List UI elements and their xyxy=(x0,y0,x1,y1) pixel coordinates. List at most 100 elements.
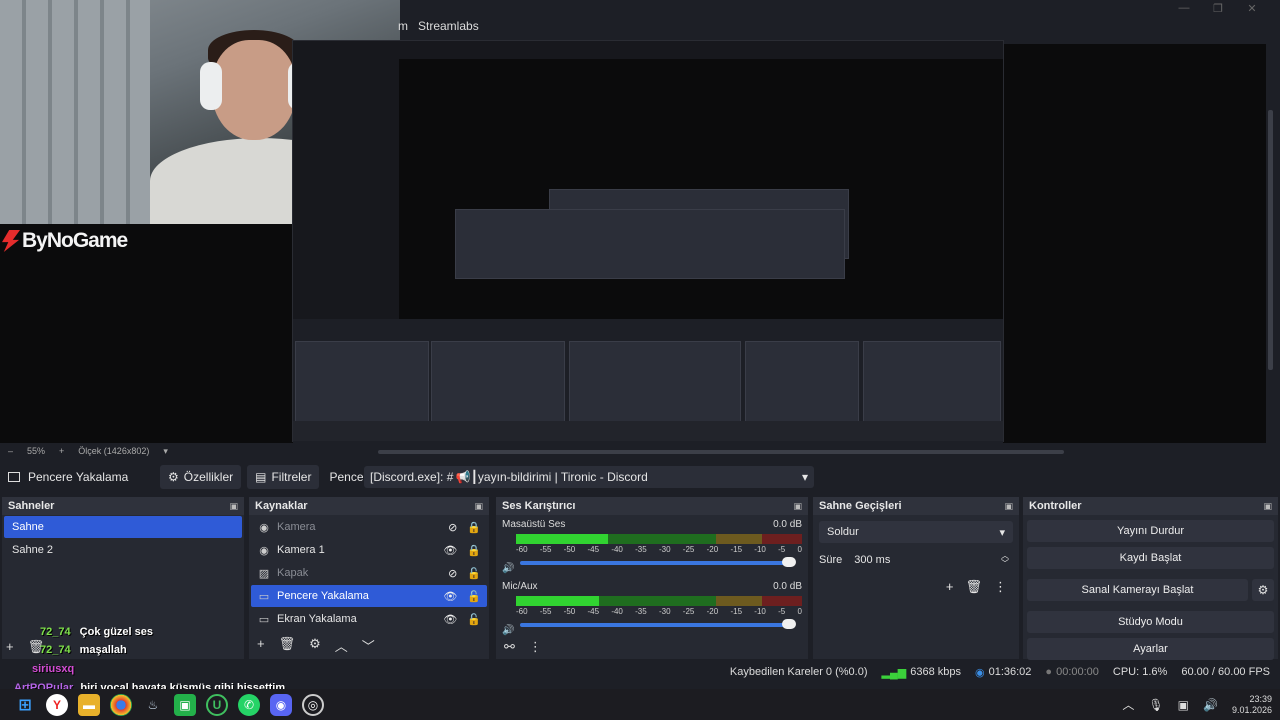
clock[interactable]: 23:39 9.01.2026 xyxy=(1232,694,1272,716)
meter-ticks: -60 -55 -50 -45 -40 -35 -30 -25 -20 -15 -10 -5 0 xyxy=(516,606,802,617)
yandex-icon[interactable]: Y xyxy=(46,693,68,716)
stop-stream-button[interactable]: Yayını Durdur xyxy=(1027,520,1274,542)
meter-tick-label: -25 xyxy=(682,607,695,616)
volume-knob[interactable] xyxy=(782,619,796,629)
speaker-icon[interactable]: 🔊 xyxy=(502,563,514,574)
link-icon[interactable]: ⚯ xyxy=(504,639,515,655)
add-icon[interactable]: + xyxy=(946,579,954,595)
steam-icon[interactable]: ♨ xyxy=(142,694,164,716)
menu-item-partial[interactable]: m xyxy=(398,19,408,33)
meter-tick-label: -60 xyxy=(516,545,528,554)
volume-icon[interactable]: 🔊 xyxy=(1203,698,1218,712)
unlock-icon[interactable]: 🔓 xyxy=(467,590,481,603)
taskbar: ⊞ Y ▬ ♨ ▣ U ✆ ◉ ◎ ︿ 🎙 ▣ 🔊 23:39 9.01.202… xyxy=(0,689,1280,720)
gear-icon[interactable]: ⚙ xyxy=(309,636,321,655)
volume-slider[interactable] xyxy=(520,557,796,567)
microphone-icon[interactable]: 🎙 xyxy=(1148,698,1163,712)
filters-button[interactable]: ▤ Filtreler xyxy=(247,465,320,489)
channel-db: 0.0 dB xyxy=(773,519,802,530)
add-icon[interactable]: + xyxy=(257,636,265,655)
minimize-icon[interactable]: — xyxy=(1176,2,1192,15)
network-icon[interactable]: ▣ xyxy=(1178,698,1189,712)
duration-input[interactable]: 300 ms ︿ ﹀ xyxy=(850,549,1013,571)
scene-item-sahne-2[interactable]: Sahne 2 xyxy=(4,539,242,561)
scenes-title: Sahneler xyxy=(8,500,55,512)
maximize-icon[interactable]: ❐ xyxy=(1210,2,1226,15)
trash-icon[interactable]: 🗑 xyxy=(965,579,982,595)
preview-vertical-scrollbar[interactable] xyxy=(1268,110,1273,370)
unlock-icon[interactable]: 🔓 xyxy=(467,567,481,580)
source-item[interactable]: ▨ Kapak ⊘ 🔓 xyxy=(251,562,487,584)
dock-menu-icon[interactable]: ▣ xyxy=(1004,501,1013,512)
zoom-in-icon[interactable]: + xyxy=(59,446,64,456)
eye-icon[interactable]: 👁 xyxy=(443,544,457,557)
source-item-selected[interactable]: ▭ Pencere Yakalama 👁 🔓 xyxy=(251,585,487,607)
studio-mode-button[interactable]: Stüdyo Modu xyxy=(1027,611,1274,633)
sources-dock: Kaynaklar ▣ ◉ Kamera ⊘ 🔒 ◉ Kamera 1 👁 🔒 ▨ … xyxy=(249,497,489,659)
trash-icon[interactable]: 🗑 xyxy=(279,636,296,655)
source-label: Kamera xyxy=(277,521,316,533)
signal-icon: ▂▄▆ xyxy=(881,666,907,679)
start-recording-button[interactable]: Kaydı Başlat xyxy=(1027,547,1274,569)
virtual-camera-button[interactable]: Sanal Kamerayı Başlat xyxy=(1027,579,1248,601)
source-item[interactable]: ◉ Kamera 1 👁 🔒 xyxy=(251,539,487,561)
eye-icon[interactable]: 👁 xyxy=(443,613,457,626)
mixer-title: Ses Karıştırıcı xyxy=(502,500,576,512)
channel-logo: ByNoGame xyxy=(2,229,128,253)
speaker-icon[interactable]: 🔊 xyxy=(502,625,514,636)
gear-icon[interactable]: ⚙ xyxy=(1252,579,1274,601)
preview-canvas[interactable]: ByNoGame m Streamlabs — ❐ ✕ xyxy=(0,0,1266,443)
scenes-header: Sahneler ▣ xyxy=(2,497,244,515)
eye-icon[interactable]: 👁 xyxy=(443,590,457,603)
headphone-left xyxy=(200,62,222,110)
chrome-icon[interactable] xyxy=(110,693,132,716)
dock-menu-icon[interactable]: ▣ xyxy=(474,501,483,512)
preview-horizontal-scrollbar[interactable] xyxy=(378,450,1064,454)
file-explorer-icon[interactable]: ▬ xyxy=(78,693,100,716)
dock-menu-icon[interactable]: ▣ xyxy=(229,501,238,512)
virtual-camera-row: Sanal Kamerayı Başlat ⚙ xyxy=(1023,574,1278,606)
transition-select[interactable]: Soldur ▾ xyxy=(819,521,1013,543)
lock-icon[interactable]: 🔒 xyxy=(467,521,481,534)
zoom-out-icon[interactable]: – xyxy=(8,446,13,456)
volume-knob[interactable] xyxy=(782,557,796,567)
more-icon[interactable]: ⋮ xyxy=(994,579,1007,595)
obs-icon[interactable]: ◎ xyxy=(302,693,324,716)
properties-button[interactable]: ⚙ Özellikler xyxy=(160,465,242,489)
dropped-frames: Kaybedilen Kareler 0 (%0.0) xyxy=(729,666,868,678)
controls-title: Kontroller xyxy=(1029,500,1082,512)
chevron-up-icon[interactable]: ︿ xyxy=(1122,696,1134,713)
scale-dropdown-icon[interactable]: ▾ xyxy=(163,446,168,457)
source-item[interactable]: ◉ Kamera ⊘ 🔒 xyxy=(251,516,487,538)
nested-transitions xyxy=(745,341,859,431)
eye-hidden-icon[interactable]: ⊘ xyxy=(448,567,457,580)
app-green-icon[interactable]: ▣ xyxy=(174,693,196,716)
window-select[interactable]: [Discord.exe]: # 📢┃yayın-bildirimi | Tir… xyxy=(364,466,814,488)
unlock-icon[interactable]: 🔓 xyxy=(467,613,481,626)
sources-header: Kaynaklar ▣ xyxy=(249,497,489,515)
windows-start-icon[interactable]: ⊞ xyxy=(14,694,36,716)
source-item[interactable]: ▭ Ekran Yakalama 👁 🔓 xyxy=(251,608,487,630)
chevron-up-icon[interactable]: ︿ xyxy=(335,636,348,655)
scene-item-sahne[interactable]: Sahne xyxy=(4,516,242,538)
discord-icon[interactable]: ◉ xyxy=(270,693,292,716)
window-select-value: [Discord.exe]: # 📢┃yayın-bildirimi | Tir… xyxy=(370,470,648,484)
controls-header: Kontroller ▣ xyxy=(1023,497,1278,515)
settings-button[interactable]: Ayarlar xyxy=(1027,638,1274,660)
more-icon[interactable]: ⋮ xyxy=(529,639,542,655)
spin-arrows-icon[interactable]: ︿ ﹀ xyxy=(1001,552,1009,568)
whatsapp-icon[interactable]: ✆ xyxy=(238,693,260,716)
dock-menu-icon[interactable]: ▣ xyxy=(1263,501,1272,512)
eye-hidden-icon[interactable]: ⊘ xyxy=(448,521,457,534)
menu-item-streamlabs[interactable]: Streamlabs xyxy=(418,19,479,33)
volume-slider[interactable] xyxy=(520,619,796,629)
dock-menu-icon[interactable]: ▣ xyxy=(793,501,802,512)
close-icon[interactable]: ✕ xyxy=(1244,2,1260,15)
meter-level xyxy=(516,596,599,606)
chevron-down-icon[interactable]: ﹀ xyxy=(362,636,375,655)
lock-icon[interactable]: 🔒 xyxy=(467,544,481,557)
upwork-icon[interactable]: U xyxy=(206,693,228,716)
add-icon[interactable]: + xyxy=(6,639,14,655)
sources-title: Kaynaklar xyxy=(255,500,308,512)
nested-sources xyxy=(431,341,565,431)
